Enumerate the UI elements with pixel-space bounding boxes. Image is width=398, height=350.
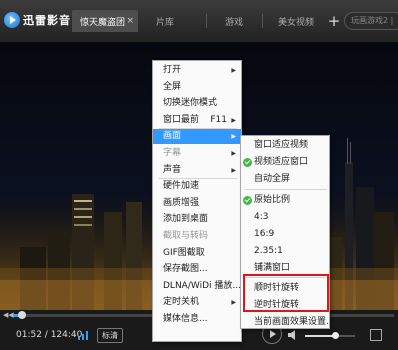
submenu-item-label: 自动全屏 — [254, 174, 291, 184]
menu-item[interactable]: 声音 ▶ — [153, 163, 241, 178]
menu-item[interactable]: 全屏 — [153, 80, 241, 95]
menu-item-label: 声音 — [163, 164, 182, 175]
menu-item[interactable]: 定时关机 ▶ — [153, 295, 241, 310]
volume-icon[interactable] — [288, 330, 299, 340]
menu-item[interactable]: 添加到桌面 — [153, 212, 241, 227]
submenu-item-label: 原始比例 — [254, 195, 291, 205]
tab-divider — [206, 14, 207, 28]
tab-beauty-video[interactable]: 美女视频 — [268, 10, 324, 32]
menu-item[interactable]: DLNA/WiDi 播放... — [153, 279, 241, 294]
menu-item-label: DLNA/WiDi 播放... — [163, 280, 241, 291]
submenu-item[interactable]: 16:9 — [241, 227, 329, 242]
menu-item-label: 保存截图... — [163, 264, 208, 275]
menu-item[interactable]: 窗口最前 F11 ▶ — [153, 113, 241, 128]
chevron-right-icon: ▶ — [231, 150, 236, 157]
submenu-item-label: 窗口适应视频 — [254, 140, 309, 150]
volume-fill — [305, 335, 335, 337]
quality-button[interactable]: 标清 — [97, 328, 123, 343]
menu-item-shortcut: F11 — [210, 114, 227, 125]
chevron-right-icon: ▶ — [231, 299, 236, 307]
highlight-box-rotate — [243, 274, 329, 312]
submenu-item[interactable]: 当前画面效果设置... — [241, 315, 335, 330]
submenu-item-label: 当前画面效果设置... — [254, 317, 335, 327]
signal-icon — [78, 331, 88, 340]
tab-label: 片库 — [155, 17, 174, 28]
submenu-item-label: 4:3 — [254, 212, 269, 222]
submenu-item[interactable]: 2.35:1 — [241, 244, 329, 259]
skip-back-icon[interactable]: ◀◀ — [3, 311, 14, 319]
submenu-item[interactable]: 自动全屏 — [241, 172, 329, 187]
menu-item-label: 截取与转码 — [163, 231, 209, 241]
chevron-right-icon: ▶ — [231, 133, 236, 141]
search-input[interactable]: 玩画游戏2 | — [344, 12, 398, 30]
menu-item[interactable]: 硬件加速 — [153, 179, 241, 194]
submenu-item[interactable]: 原始比例 — [241, 193, 329, 208]
menu-item[interactable]: 打开 ▶ — [153, 63, 241, 78]
menu-item[interactable]: 媒体信息... — [153, 312, 241, 327]
submenu-item-label: 2.35:1 — [254, 246, 283, 256]
close-icon[interactable]: × — [126, 16, 134, 26]
check-icon — [243, 196, 252, 205]
menu-item[interactable]: 保存截图... — [153, 262, 241, 277]
chevron-right-icon: ▶ — [231, 67, 236, 74]
menu-item-label: 画质增强 — [163, 197, 200, 208]
tab-games[interactable]: 游戏 — [212, 10, 256, 32]
menu-item-label: 定时关机 — [163, 297, 200, 308]
menu-item-label: 窗口最前 — [163, 114, 200, 125]
chevron-right-icon: ▶ — [231, 116, 236, 124]
menu-item-label: 打开 — [163, 65, 182, 75]
add-tab-icon[interactable]: + — [327, 10, 341, 32]
fullscreen-icon[interactable] — [370, 329, 382, 341]
tab-label: 游戏 — [224, 17, 243, 28]
tab-divider — [262, 14, 263, 28]
menu-separator — [245, 189, 327, 190]
time-display: 01:52 / 124:40 — [16, 330, 83, 340]
menu-item-label: 媒体信息... — [163, 314, 208, 324]
menu-item[interactable]: 画质增强 — [153, 196, 241, 211]
menu-item[interactable]: GIF图截取 — [153, 246, 241, 261]
menu-item: 字幕 ▶ — [153, 146, 241, 161]
menu-item[interactable]: 画面 ▶ — [153, 129, 241, 145]
menu-item-label: 添加到桌面 — [163, 214, 209, 225]
chevron-right-icon: ▶ — [231, 166, 236, 174]
submenu-item[interactable]: 窗口适应视频 — [241, 138, 329, 153]
menu-item-label: 全屏 — [163, 81, 182, 92]
tab-label: 惊天魔盗团 — [80, 17, 126, 28]
tab-active-video[interactable]: 惊天魔盗团 × — [72, 10, 138, 32]
tab-library[interactable]: 片库 — [140, 10, 190, 32]
check-icon — [243, 158, 252, 167]
submenu-item-label: 视频适应窗口 — [254, 157, 309, 167]
title-bar: 迅雷影音 ▾ 惊天魔盗团 × 片库 游戏 美女视频 + 玩画游戏2 | — [0, 0, 398, 42]
submenu-item[interactable]: 视频适应窗口 — [241, 155, 329, 170]
app-logo[interactable]: 迅雷影音 ▾ — [4, 6, 78, 34]
menu-item-label: 字幕 — [163, 148, 182, 158]
menu-item-label: 画面 — [163, 131, 182, 142]
menu-item-label: 硬件加速 — [163, 181, 200, 192]
context-menu: 打开 ▶ 全屏切换迷你模式 窗口最前 F11 ▶ 画面 ▶ 字幕 ▶ 声音 ▶ 硬件加速画质增强添加到桌… — [152, 60, 242, 342]
menu-item[interactable]: 切换迷你模式 — [153, 96, 241, 111]
menu-item-label: GIF图截取 — [163, 247, 205, 258]
logo-icon — [4, 12, 20, 28]
volume-slider[interactable] — [305, 332, 355, 339]
menu-item-label: 切换迷你模式 — [163, 98, 218, 109]
menu-item: 截取与转码 — [153, 229, 241, 244]
tab-label: 美女视频 — [277, 17, 314, 28]
volume-handle[interactable] — [332, 332, 339, 339]
progress-handle[interactable] — [17, 311, 26, 319]
submenu-item-label: 16:9 — [254, 229, 275, 239]
submenu-item[interactable]: 4:3 — [241, 210, 329, 225]
app-name: 迅雷影音 — [23, 14, 71, 27]
